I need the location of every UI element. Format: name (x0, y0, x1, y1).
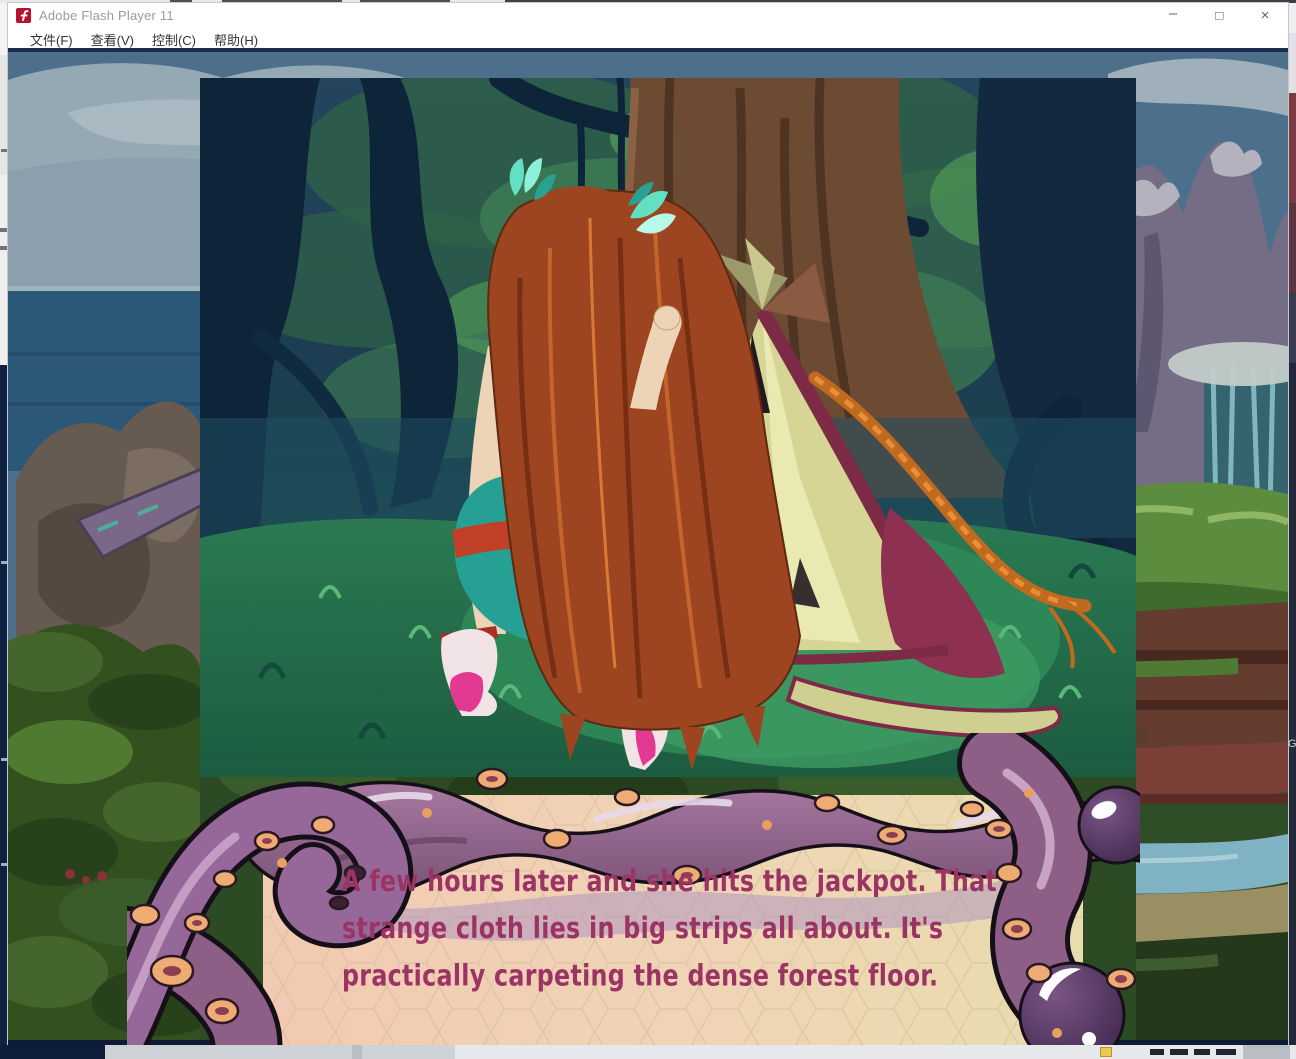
background-window-area (0, 55, 8, 175)
text-fragment (1, 758, 7, 761)
menu-view[interactable]: 查看(V) (82, 28, 143, 49)
background-window-area (0, 175, 8, 365)
maximize-button[interactable]: □ (1196, 3, 1242, 28)
taskbar-app-icon[interactable] (1100, 1047, 1112, 1057)
screen: G Adobe Flash Player 11 – □ × 文件(F) 查看(V… (0, 0, 1296, 1059)
desktop-top-dash (170, 0, 192, 2)
background-window-area-dark (0, 365, 8, 1045)
dialogue-line: practically carpeting the dense forest f… (342, 952, 1021, 999)
close-button[interactable]: × (1242, 3, 1288, 28)
text-fragment (1, 561, 7, 564)
scene-artwork (200, 78, 1136, 777)
background-text-fragment: G (1288, 739, 1296, 750)
flash-player-icon (16, 8, 31, 23)
window-title: Adobe Flash Player 11 (39, 8, 174, 23)
background-window-area (1288, 33, 1296, 93)
text-fragment (0, 228, 7, 232)
text-fragment (1, 863, 7, 866)
obscured-taskbar-text (1150, 1049, 1164, 1055)
taskbar-item[interactable] (1243, 1045, 1290, 1059)
obscured-taskbar-text (1194, 1049, 1210, 1055)
background-window-area (1288, 3, 1296, 33)
taskbar[interactable] (0, 1045, 1296, 1059)
obscured-taskbar-text (1170, 1049, 1188, 1055)
window-controls: – □ × (1150, 3, 1288, 28)
dialogue-line: strange cloth lies in big strips all abo… (342, 905, 1021, 952)
background-window-area (1288, 203, 1296, 293)
background-window-area (1288, 93, 1296, 203)
dialogue-box[interactable]: A few hours later and she hits the jackp… (127, 733, 1140, 1045)
background-window-left-sliver (0, 3, 8, 1045)
titlebar[interactable]: Adobe Flash Player 11 – □ × (8, 3, 1288, 28)
menu-control[interactable]: 控制(C) (143, 28, 205, 49)
obscured-taskbar-text (1216, 1049, 1236, 1055)
text-fragment (1, 149, 7, 152)
dialogue-text: A few hours later and she hits the jackp… (342, 858, 1021, 1000)
text-fragment (0, 246, 7, 250)
background-window-area (1288, 293, 1296, 363)
taskbar-dark-segment (0, 1045, 105, 1059)
dialogue-line: A few hours later and she hits the jackp… (342, 858, 1021, 905)
menu-bar: 文件(F) 查看(V) 控制(C) 帮助(H) (8, 28, 1288, 52)
menu-help[interactable]: 帮助(H) (205, 28, 267, 49)
minimize-button[interactable]: – (1150, 3, 1196, 28)
game-stage[interactable]: A few hours later and she hits the jackp… (8, 52, 1288, 1045)
background-window-right-sliver: G (1288, 3, 1296, 1045)
taskbar-divider (352, 1045, 362, 1059)
desktop-top-dash (360, 0, 450, 2)
menu-file[interactable]: 文件(F) (21, 28, 82, 49)
desktop-top-dash (222, 0, 342, 2)
flash-player-window: Adobe Flash Player 11 – □ × 文件(F) 查看(V) … (8, 3, 1288, 1045)
